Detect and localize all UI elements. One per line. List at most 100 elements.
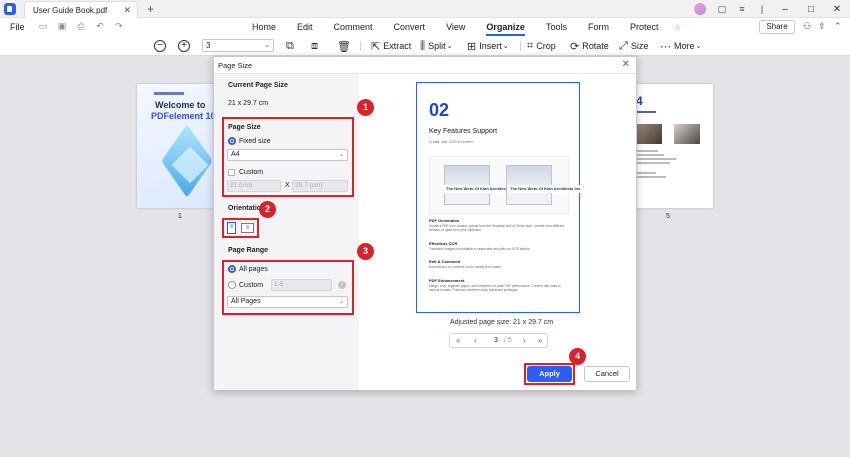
more-button[interactable]: ⋯ More ⌄ [660,39,701,53]
step-badge-3: 3 [357,243,374,260]
text-line [636,150,658,152]
chevron-down-icon: ⌄ [264,42,270,49]
page-navigator: « ‹ 3 / 5 › » [449,333,548,348]
open-file-icon[interactable]: ▭ [37,21,49,33]
extract-button[interactable]: ⇱ Extract [371,39,411,53]
adjusted-size-label: Adjusted page size: 21 x 29.7 cm [450,319,554,326]
next-page-button[interactable]: › [523,336,526,345]
print-icon[interactable]: ⎙ [75,21,87,33]
close-tab-icon[interactable]: ✕ [123,5,131,16]
custom-range-label: Custom [239,282,264,289]
document-tab-label: User Guide Book.pdf [33,6,108,15]
menu-tools[interactable]: Tools [546,22,567,33]
close-icon[interactable]: ✕ [622,59,630,70]
custom-width-input[interactable]: 21 (cm) [227,180,281,192]
menu-form[interactable]: Form [588,22,609,33]
dialog-title: Page Size [218,61,253,70]
rotate-label: Rotate [582,41,609,51]
total-pages-label: / 5 [504,337,512,344]
page-select[interactable]: 3 ⌄ [202,39,274,52]
save-icon[interactable]: ▣ [56,21,68,33]
current-size-value: 21 x 29.7 cm [228,100,269,107]
collapse-icon[interactable]: ⌃ [834,21,842,32]
preview-section-number: 02 [429,100,450,120]
insert-page-after-icon: ⧈ [311,39,318,52]
rotate-button[interactable]: ⟳ Rotate [570,39,609,53]
landscape-icon[interactable]: ≡ [241,223,254,233]
current-size-heading: Current Page Size [228,82,288,89]
page-size-heading: Page Size [228,124,261,131]
undo-icon[interactable]: ↶ [94,21,106,33]
menu-organize[interactable]: Organize [486,22,525,36]
custom-range-input[interactable]: 1-5 [271,279,332,291]
pin-icon[interactable]: ☆ [673,22,681,33]
document-tab[interactable]: User Guide Book.pdf ✕ [24,1,138,18]
text-line [636,172,656,174]
menu-comment[interactable]: Comment [334,22,373,33]
avatar[interactable] [694,3,706,15]
insert-button[interactable]: ⊞ Insert ⌄ [467,39,509,53]
brand-logo [154,92,184,95]
custom-range-radio[interactable] [228,281,236,289]
menu-icon[interactable]: ≡ [732,4,752,14]
more-label: More [674,41,695,51]
zoom-in-icon: + [178,40,190,52]
upload-icon[interactable]: ⇪ [818,21,826,32]
preview-section-text: Transform images into editable or search… [429,247,531,251]
insert-after-button[interactable]: ⧈ [311,39,321,53]
maximize-icon[interactable]: □ [798,4,824,15]
page-thumbnail-5[interactable]: 4 [624,84,713,208]
app-logo-icon [4,3,16,15]
step-badge-4: 4 [569,348,586,365]
insert-before-button[interactable]: ⧉ [286,39,297,53]
size-icon: ⤢ [619,39,628,52]
all-pages-radio[interactable] [228,265,236,273]
last-page-button[interactable]: » [538,336,542,345]
portrait-icon[interactable]: ≡ [227,222,236,234]
toolbar: − + 3 ⌄ ⧉ ⧈ 🗑 ⇱ Extract ⫼ Split ⌄ ⊞ Inse… [0,36,850,56]
info-icon[interactable]: ! [338,281,346,289]
split-label: Split [428,41,446,51]
rotate-icon: ⟳ [570,40,580,53]
new-tab-button[interactable]: + [147,2,154,16]
cover-title-line2: PDFelement 10 [151,111,216,121]
menu-home[interactable]: Home [252,22,276,33]
fixed-size-radio[interactable] [228,137,236,145]
current-page-value[interactable]: 3 [494,337,498,344]
preview-panel: 02 Key Features Support Create, edit, OC… [359,74,636,390]
crop-button[interactable]: ⌗ Crop [527,39,556,53]
custom-height-input[interactable]: 29.7 (cm) [292,180,348,192]
close-window-icon[interactable]: ✕ [824,4,850,15]
zoom-out-button[interactable]: − [154,39,166,53]
page-select-value: 3 [206,41,211,50]
menu-file[interactable]: File [10,22,25,32]
preview-image: The New Work Of Kian Architects Inc. The… [429,156,584,214]
page-subset-dropdown[interactable]: All Pages ⌄ [227,296,348,308]
menu-protect[interactable]: Protect [630,22,659,33]
apply-button[interactable]: Apply [527,366,572,382]
menu-view[interactable]: View [446,22,465,33]
fixed-size-dropdown[interactable]: A4 ⌄ [227,149,348,161]
share-button[interactable]: Share [759,20,795,34]
preview-section-heading: PDF Enhancement [429,278,465,283]
menu-bar: File ▭ ▣ ⎙ ↶ ↷ Home Edit Comment Convert… [0,18,850,36]
zoom-in-button[interactable]: + [178,39,190,53]
size-button[interactable]: ⤢ Size [619,39,648,53]
zoom-out-icon: − [154,40,166,52]
minimize-icon[interactable]: – [772,4,798,15]
redo-icon[interactable]: ↷ [113,21,125,33]
menu-edit[interactable]: Edit [297,22,313,33]
delete-button[interactable]: 🗑 [337,39,354,53]
first-page-button[interactable]: « [456,336,460,345]
account-icon[interactable]: ⚇ [803,21,811,32]
crop-icon: ⌗ [527,39,534,52]
chat-icon[interactable]: ▢ [712,4,732,15]
prev-page-button[interactable]: ‹ [474,336,477,345]
custom-size-checkbox[interactable] [228,169,235,176]
menu-convert[interactable]: Convert [394,22,426,33]
split-button[interactable]: ⫼ Split ⌄ [420,39,452,53]
preview-section-text: Create a PDF from scratch, upload from t… [429,224,565,233]
chevron-down-icon: ⌄ [502,43,509,50]
cancel-button[interactable]: Cancel [584,366,630,382]
chevron-down-icon: ⌄ [446,43,453,50]
